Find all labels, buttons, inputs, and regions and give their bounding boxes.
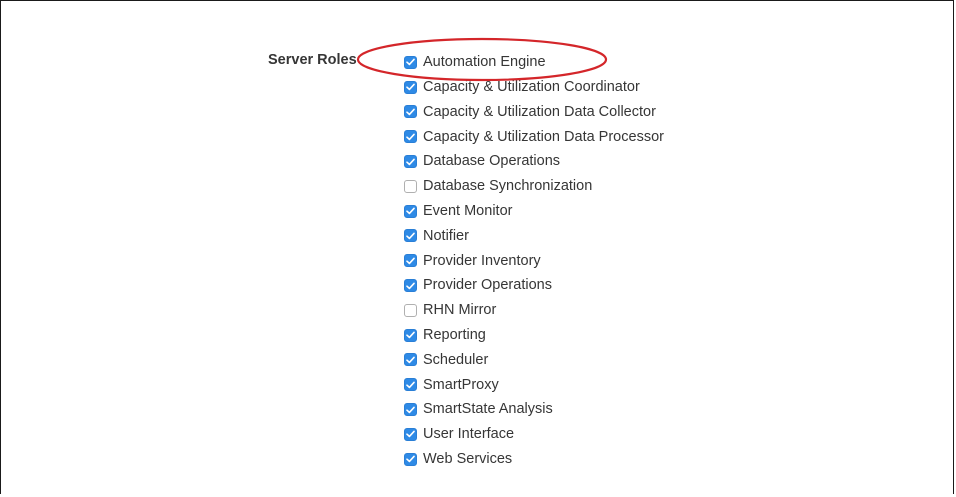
- role-label: Web Services: [423, 450, 513, 467]
- checkmark-icon: [406, 381, 415, 388]
- role-checkbox-row[interactable]: Automation Engine: [404, 50, 664, 75]
- checkmark-icon: [406, 406, 415, 413]
- role-label: Scheduler: [423, 351, 489, 368]
- role-label: User Interface: [423, 426, 515, 443]
- role-label: Reporting: [423, 326, 486, 343]
- checkbox-checked[interactable]: [404, 279, 417, 293]
- role-label: RHN Mirror: [423, 302, 497, 319]
- checkbox-checked[interactable]: [404, 105, 417, 119]
- checkmark-icon: [406, 282, 415, 289]
- role-checkbox-row[interactable]: Database Synchronization: [404, 174, 664, 199]
- role-checkbox-row[interactable]: Capacity & Utilization Data Collector: [404, 100, 664, 125]
- role-checkbox-row[interactable]: Reporting: [404, 323, 664, 348]
- checkbox-checked[interactable]: [404, 378, 417, 392]
- checkbox-checked[interactable]: [404, 204, 417, 218]
- role-label: Notifier: [423, 227, 469, 244]
- server-roles-list: Automation Engine Capacity & Utilization …: [404, 50, 664, 472]
- checkbox-checked[interactable]: [404, 353, 417, 367]
- checkmark-icon: [406, 356, 415, 364]
- checkmark-icon: [406, 455, 415, 463]
- checkmark-icon: [406, 430, 415, 438]
- checkmark-icon: [406, 83, 415, 91]
- checkmark-icon: [406, 158, 415, 165]
- checkbox-checked[interactable]: [404, 452, 417, 466]
- role-label: Capacity & Utilization Data Processor: [423, 128, 664, 145]
- role-checkbox-row[interactable]: SmartProxy: [404, 372, 664, 397]
- checkbox-checked[interactable]: [404, 155, 417, 169]
- role-label: SmartProxy: [423, 376, 499, 393]
- checkmark-icon: [406, 232, 415, 240]
- role-checkbox-row[interactable]: Event Monitor: [404, 199, 664, 224]
- role-label: SmartState Analysis: [423, 401, 553, 418]
- role-checkbox-row[interactable]: User Interface: [404, 422, 664, 447]
- role-checkbox-row[interactable]: Capacity & Utilization Data Processor: [404, 124, 664, 149]
- role-checkbox-row[interactable]: Provider Inventory: [404, 248, 664, 273]
- role-checkbox-row[interactable]: Web Services: [404, 447, 664, 472]
- checkbox-unchecked[interactable]: [404, 303, 417, 317]
- role-checkbox-row[interactable]: Scheduler: [404, 348, 664, 373]
- role-label: Database Synchronization: [423, 178, 593, 195]
- checkmark-icon: [406, 257, 415, 264]
- checkmark-icon: [406, 133, 415, 140]
- role-checkbox-row[interactable]: Capacity & Utilization Coordinator: [404, 75, 664, 100]
- role-label: Automation Engine: [423, 54, 546, 71]
- role-label: Provider Inventory: [423, 252, 541, 269]
- role-checkbox-row[interactable]: Notifier: [404, 224, 664, 249]
- checkmark-icon: [406, 207, 415, 215]
- server-roles-label: Server Roles: [268, 52, 357, 68]
- checkbox-checked[interactable]: [404, 55, 417, 69]
- checkbox-unchecked[interactable]: [404, 179, 417, 193]
- checkbox-checked[interactable]: [404, 328, 417, 342]
- role-label: Database Operations: [423, 153, 561, 170]
- checkbox-checked[interactable]: [404, 130, 417, 144]
- checkbox-checked[interactable]: [404, 254, 417, 268]
- role-checkbox-row[interactable]: Database Operations: [404, 149, 664, 174]
- role-label: Provider Operations: [423, 277, 552, 294]
- role-label: Event Monitor: [423, 202, 513, 219]
- checkmark-icon: [406, 108, 415, 116]
- checkbox-checked[interactable]: [404, 229, 417, 243]
- role-label: Capacity & Utilization Coordinator: [423, 78, 640, 95]
- role-checkbox-row[interactable]: SmartState Analysis: [404, 397, 664, 422]
- role-checkbox-row[interactable]: RHN Mirror: [404, 298, 664, 323]
- role-checkbox-row[interactable]: Provider Operations: [404, 273, 664, 298]
- checkmark-icon: [406, 331, 415, 339]
- checkmark-icon: [406, 58, 415, 66]
- checkbox-checked[interactable]: [404, 403, 417, 417]
- checkbox-checked[interactable]: [404, 80, 417, 94]
- checkbox-checked[interactable]: [404, 427, 417, 441]
- role-label: Capacity & Utilization Data Collector: [423, 103, 656, 120]
